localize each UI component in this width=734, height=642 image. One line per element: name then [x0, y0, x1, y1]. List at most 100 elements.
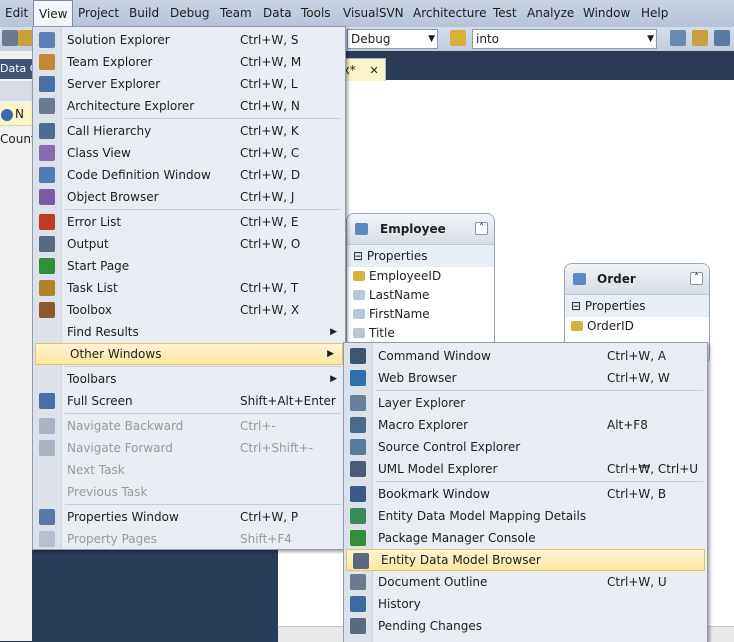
menu-item-label: Pending Changes	[378, 619, 482, 633]
menu-debug-item[interactable]: Debug	[165, 0, 214, 27]
panel-item[interactable]: Count	[0, 129, 32, 149]
info-bar: N	[0, 103, 32, 126]
menu-item-macro-explorer[interactable]: Macro Explorer Alt+F8	[344, 414, 707, 436]
toolbox-icon	[39, 302, 55, 318]
toolbar-button-icon[interactable]	[692, 30, 708, 46]
menu-architecture-item[interactable]: Architecture	[408, 0, 491, 27]
menu-bar: Edit View Project Build Debug Team Data Tools Vi…	[0, 0, 734, 28]
menu-item-code-definition-window[interactable]: Code Definition Window Ctrl+W, D	[33, 164, 345, 186]
menu-item-label: Other Windows	[70, 347, 162, 361]
menu-view-item[interactable]: View	[33, 0, 74, 27]
menu-item-pending-changes[interactable]: Pending Changes	[344, 615, 707, 637]
menu-item-label: Previous Task	[67, 485, 148, 499]
menu-item-shortcut: Ctrl+W, J	[240, 190, 295, 204]
menu-item-shortcut: Ctrl+-	[240, 419, 276, 433]
menu-data-item[interactable]: Data	[258, 0, 297, 27]
toolbar-button-icon[interactable]	[670, 30, 686, 46]
menu-item-label: Architecture Explorer	[67, 99, 195, 113]
menu-item-label: UML Model Explorer	[378, 462, 498, 476]
menu-item-uml-model-explorer[interactable]: UML Model Explorer Ctrl+₩, Ctrl+U	[344, 458, 707, 480]
uml-model-explorer-icon	[350, 461, 366, 477]
toolbar-overflow-icon[interactable]	[2, 30, 18, 46]
menu-item-shortcut: Ctrl+W, X	[240, 303, 300, 317]
menu-item-server-explorer[interactable]: Server Explorer Ctrl+W, L	[33, 73, 345, 95]
toolbar-button-icon[interactable]	[714, 30, 730, 46]
menu-item-label: Web Browser	[378, 371, 457, 385]
menu-item-label: Toolbox	[67, 303, 112, 317]
entity-icon	[355, 223, 368, 235]
property-name: FirstName	[369, 307, 430, 321]
menu-item-find-results[interactable]: Find Results ▶	[33, 321, 345, 343]
menu-item-output[interactable]: Output Ctrl+W, O	[33, 233, 345, 255]
menu-item-web-browser[interactable]: Web Browser Ctrl+W, W	[344, 367, 707, 389]
menu-item-call-hierarchy[interactable]: Call Hierarchy Ctrl+W, K	[33, 120, 345, 142]
menu-item-source-control-explorer[interactable]: Source Control Explorer	[344, 436, 707, 458]
menu-project-item[interactable]: Project	[73, 0, 124, 27]
menu-item-document-outline[interactable]: Document Outline Ctrl+W, U	[344, 571, 707, 593]
menu-item-properties-window[interactable]: Properties Window Ctrl+W, P	[33, 506, 345, 528]
menu-item-command-window[interactable]: Command Window Ctrl+W, A	[344, 345, 707, 367]
menu-team-item[interactable]: Team	[215, 0, 257, 27]
key-icon	[353, 271, 365, 281]
entity-property[interactable]: Title	[347, 324, 494, 343]
menu-item-team-explorer[interactable]: Team Explorer Ctrl+W, M	[33, 51, 345, 73]
command-window-icon	[350, 348, 366, 364]
menu-visualsvn-item[interactable]: VisualSVN	[338, 0, 409, 27]
menu-help-item[interactable]: Help	[636, 0, 673, 27]
menu-build-item[interactable]: Build	[124, 0, 164, 27]
menu-item-full-screen[interactable]: Full Screen Shift+Alt+Enter	[33, 390, 345, 412]
menu-item-package-manager-console[interactable]: Package Manager Console	[344, 527, 707, 549]
find-in-files-icon[interactable]	[450, 30, 466, 46]
solution-explorer-icon	[39, 32, 55, 48]
menu-item-other-windows[interactable]: Other Windows ▶	[35, 343, 343, 365]
menu-item-label: Output	[67, 237, 109, 251]
collapse-icon[interactable]: ˄	[690, 272, 703, 285]
history-icon	[350, 596, 366, 612]
menu-item-shortcut: Ctrl+₩, Ctrl+U	[607, 462, 699, 476]
menu-item-entity-data-model-browser[interactable]: Entity Data Model Browser	[346, 549, 705, 571]
menu-item-label: Find Results	[67, 325, 139, 339]
menu-item-layer-explorer[interactable]: Layer Explorer	[344, 392, 707, 414]
collapse-icon[interactable]: ˄	[475, 222, 488, 235]
menu-test-item[interactable]: Test	[488, 0, 522, 27]
menu-item-task-list[interactable]: Task List Ctrl+W, T	[33, 277, 345, 299]
menu-item-shortcut: Ctrl+W, A	[607, 349, 667, 363]
menu-item-error-list[interactable]: Error List Ctrl+W, E	[33, 211, 345, 233]
error-list-icon	[39, 214, 55, 230]
entity-property[interactable]: OrderID	[565, 317, 709, 336]
entity-property[interactable]: LastName	[347, 286, 494, 305]
menu-item-entity-data-model-mapping-details[interactable]: Entity Data Model Mapping Details	[344, 505, 707, 527]
menu-item-shortcut: Ctrl+W, E	[240, 215, 299, 229]
menu-item-solution-explorer[interactable]: Solution Explorer Ctrl+W, S	[33, 29, 345, 51]
menu-item-label: Entity Data Model Browser	[381, 553, 541, 567]
entity-property[interactable]: FirstName	[347, 305, 494, 324]
entity-property[interactable]: EmployeeID	[347, 267, 494, 286]
properties-section[interactable]: ⊟ Properties	[565, 295, 709, 317]
menu-edit-item[interactable]: Edit	[0, 0, 33, 27]
menu-item-bookmark-window[interactable]: Bookmark Window Ctrl+W, B	[344, 483, 707, 505]
menu-item-label: Bookmark Window	[378, 487, 490, 501]
find-combo[interactable]: into ▼	[472, 29, 657, 49]
menu-window-item[interactable]: Window	[578, 0, 635, 27]
menu-item-shortcut: Ctrl+W, W	[607, 371, 670, 385]
properties-section[interactable]: ⊟ Properties	[347, 245, 494, 267]
menu-item-label: Full Screen	[67, 394, 133, 408]
menu-item-start-page[interactable]: Start Page	[33, 255, 345, 277]
menu-item-class-view[interactable]: Class View Ctrl+W, C	[33, 142, 345, 164]
menu-analyze-item[interactable]: Analyze	[522, 0, 579, 27]
menu-tools-item[interactable]: Tools	[296, 0, 336, 27]
menu-item-history[interactable]: History	[344, 593, 707, 615]
menu-item-label: Next Task	[67, 463, 125, 477]
menu-item-shortcut: Ctrl+W, M	[240, 55, 302, 69]
menu-item-architecture-explorer[interactable]: Architecture Explorer Ctrl+W, N	[33, 95, 345, 117]
menu-item-toolbars[interactable]: Toolbars ▶	[33, 368, 345, 390]
menu-item-label: Entity Data Model Mapping Details	[378, 509, 587, 523]
menu-item-object-browser[interactable]: Object Browser Ctrl+W, J	[33, 186, 345, 208]
menu-item-toolbox[interactable]: Toolbox Ctrl+W, X	[33, 299, 345, 321]
team-explorer-icon	[39, 54, 55, 70]
solution-configuration-combo[interactable]: Debug ▼	[347, 29, 438, 49]
menu-item-label: Navigate Backward	[67, 419, 184, 433]
close-icon[interactable]: ✕	[370, 64, 379, 77]
menu-item-shortcut: Shift+F4	[240, 532, 292, 546]
entity-icon	[573, 273, 586, 285]
